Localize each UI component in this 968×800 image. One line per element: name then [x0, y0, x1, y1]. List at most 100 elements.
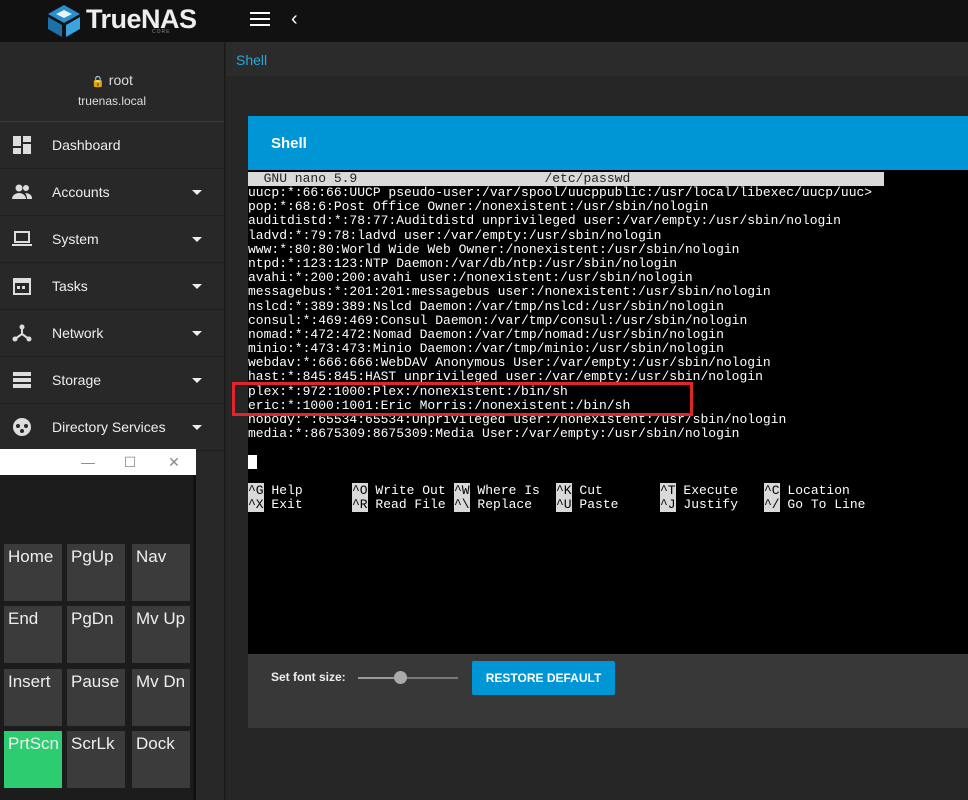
- nano-shortcut: ^K Cut: [556, 483, 603, 498]
- shortcut-key: ^/: [764, 497, 780, 513]
- network-icon: [12, 323, 32, 343]
- osk-titlebar: — ☐ ✕: [0, 449, 196, 475]
- shortcut-label: Execute: [675, 483, 739, 498]
- sidebar-item-network[interactable]: Network: [0, 310, 224, 357]
- caret-down-icon[interactable]: [192, 378, 202, 383]
- slider-thumb[interactable]: [394, 671, 407, 684]
- shortcut-key: ^X: [248, 497, 264, 513]
- nav-list: Dashboard Accounts System Tasks Network Stora…: [0, 122, 224, 451]
- shortcut-key: ^G: [248, 483, 264, 498]
- shortcut-key: ^U: [556, 497, 572, 513]
- breadcrumb[interactable]: Shell: [236, 52, 267, 68]
- terminal-line: consul:*:469:469:Consul Daemon:/var/tmp/…: [248, 312, 748, 328]
- osk-key-scrlk[interactable]: ScrLk: [67, 731, 125, 788]
- shortcut-key: ^R: [352, 497, 368, 513]
- terminal-line: plex:*:972:1000:Plex:/nonexistent:/bin/s…: [248, 383, 568, 399]
- calendar-icon: [12, 276, 32, 296]
- maximize-icon[interactable]: ☐: [118, 451, 142, 473]
- nano-shortcuts: ^G Help ^O Write Out ^W Where Is ^K Cut ^T E…: [248, 483, 968, 514]
- osk-key-end[interactable]: End: [4, 606, 62, 663]
- caret-down-icon[interactable]: [192, 190, 202, 195]
- breadcrumb-bar: Shell: [226, 42, 968, 76]
- shortcut-label: Justify: [675, 497, 739, 513]
- sidebar-item-label: System: [52, 231, 99, 247]
- caret-down-icon[interactable]: [192, 284, 202, 289]
- shortcut-label: Cut: [571, 483, 603, 498]
- sidebar-item-label: Directory Services: [52, 419, 166, 435]
- shell-card: Shell GNU nano 5.9 /etc/passwd uucp:*:66…: [248, 116, 968, 728]
- dashboard-icon: [12, 135, 32, 155]
- shortcut-label: Go To Line: [779, 497, 866, 513]
- terminal-line: minio:*:473:473:Minio Daemon:/var/tmp/mi…: [248, 341, 724, 357]
- font-size-label: Set font size:: [271, 670, 346, 684]
- caret-down-icon[interactable]: [192, 425, 202, 430]
- sidebar-item-tasks[interactable]: Tasks: [0, 263, 224, 310]
- shortcut-key: ^W: [454, 483, 470, 498]
- sidebar-item-label: Network: [52, 325, 104, 341]
- nano-shortcut: ^R Read File: [352, 497, 446, 513]
- nano-shortcut: ^G Help: [248, 483, 303, 498]
- sidebar-item-dashboard[interactable]: Dashboard: [0, 122, 224, 169]
- font-size-row: Set font size: RESTORE DEFAULT: [248, 655, 968, 701]
- sidebar-item-directory-services[interactable]: Directory Services: [0, 404, 224, 451]
- card-title: Shell: [271, 135, 307, 152]
- storage-icon: [12, 370, 32, 390]
- osk-key-pause[interactable]: Pause: [67, 669, 125, 726]
- caret-down-icon[interactable]: [192, 237, 202, 242]
- shortcut-key: ^C: [764, 483, 780, 498]
- shortcut-label: Location: [779, 483, 850, 498]
- terminal-line: hast:*:845:845:HAST unprivileged user:/v…: [248, 369, 763, 385]
- terminal-line: auditdistd:*:78:77:Auditdistd unprivileg…: [248, 213, 841, 229]
- terminal-line: eric:*:1000:1001:Eric Morris:/nonexisten…: [248, 397, 631, 413]
- menu-toggle-icon[interactable]: [250, 12, 270, 28]
- osk-key-mv-dn[interactable]: Mv Dn: [132, 669, 190, 726]
- shortcut-key: ^K: [556, 483, 572, 498]
- caret-down-icon[interactable]: [192, 331, 202, 336]
- osk-key-dock[interactable]: Dock: [132, 731, 190, 788]
- terminal-line: nobody:*:65534:65534:Unprivileged user:/…: [248, 412, 787, 427]
- sidebar-item-label: Accounts: [52, 184, 110, 200]
- on-screen-keyboard: — ☐ ✕ Home PgUp Nav End PgDn Mv Up Insert Pause…: [0, 449, 196, 800]
- nano-shortcut: ^O Write Out: [352, 483, 446, 498]
- osk-edge: [193, 475, 196, 800]
- shortcut-label: Help: [263, 483, 303, 498]
- terminal-line: messagebus:*:201:201:messagebus user:/no…: [248, 284, 771, 300]
- chevron-left-icon[interactable]: ‹: [291, 8, 298, 31]
- terminal-line: nslcd:*:389:389:Nslcd Daemon:/var/tmp/ns…: [248, 298, 724, 314]
- terminal-lines: uucp:*:66:66:UUCP pseudo-user:/var/spool…: [248, 185, 872, 441]
- restore-default-button[interactable]: RESTORE DEFAULT: [472, 661, 615, 695]
- nano-shortcut: ^X Exit: [248, 497, 303, 513]
- terminal-cursor: [248, 455, 257, 469]
- sidebar-item-label: Tasks: [52, 278, 88, 294]
- minimize-icon[interactable]: —: [76, 451, 100, 473]
- user-name-row: 🔒 root: [0, 72, 224, 88]
- shortcut-label: Replace: [469, 497, 533, 513]
- osk-key-mv-up[interactable]: Mv Up: [132, 606, 190, 663]
- shortcut-label: Where Is: [469, 483, 540, 498]
- close-icon[interactable]: ✕: [162, 451, 186, 473]
- sidebar-item-storage[interactable]: Storage: [0, 357, 224, 404]
- osk-key-pgup[interactable]: PgUp: [67, 544, 125, 601]
- terminal[interactable]: GNU nano 5.9 /etc/passwd uucp:*:66:66:UU…: [248, 170, 968, 654]
- osk-key-nav[interactable]: Nav: [132, 544, 190, 601]
- osk-key-prtscn[interactable]: PrtScn: [4, 731, 62, 788]
- nano-header: GNU nano 5.9 /etc/passwd: [248, 171, 884, 186]
- osk-key-pgdn[interactable]: PgDn: [67, 606, 125, 663]
- terminal-line: ntpd:*:123:123:NTP Daemon:/var/db/ntp:/u…: [248, 255, 678, 271]
- sidebar-item-system[interactable]: System: [0, 216, 224, 263]
- osk-key-home[interactable]: Home: [4, 544, 62, 601]
- user-host: truenas.local: [77, 94, 147, 108]
- sidebar-item-accounts[interactable]: Accounts: [0, 169, 224, 216]
- font-size-slider[interactable]: [358, 671, 458, 684]
- user-block: 🔒 root truenas.local: [0, 42, 224, 122]
- terminal-line: nomad:*:472:472:Nomad Daemon:/var/tmp/no…: [248, 326, 724, 342]
- shortcut-key: ^O: [352, 483, 368, 498]
- terminal-line: www:*:80:80:World Wide Web Owner:/nonexi…: [248, 241, 740, 257]
- people-icon: [12, 182, 32, 202]
- card-header: Shell: [248, 116, 968, 170]
- terminal-line: pop:*:68:6:Post Office Owner:/nonexisten…: [248, 199, 709, 215]
- shortcut-label: Exit: [263, 497, 303, 513]
- directory-icon: [12, 417, 32, 437]
- shortcut-key: ^\: [454, 497, 470, 513]
- osk-key-insert[interactable]: Insert: [4, 669, 62, 726]
